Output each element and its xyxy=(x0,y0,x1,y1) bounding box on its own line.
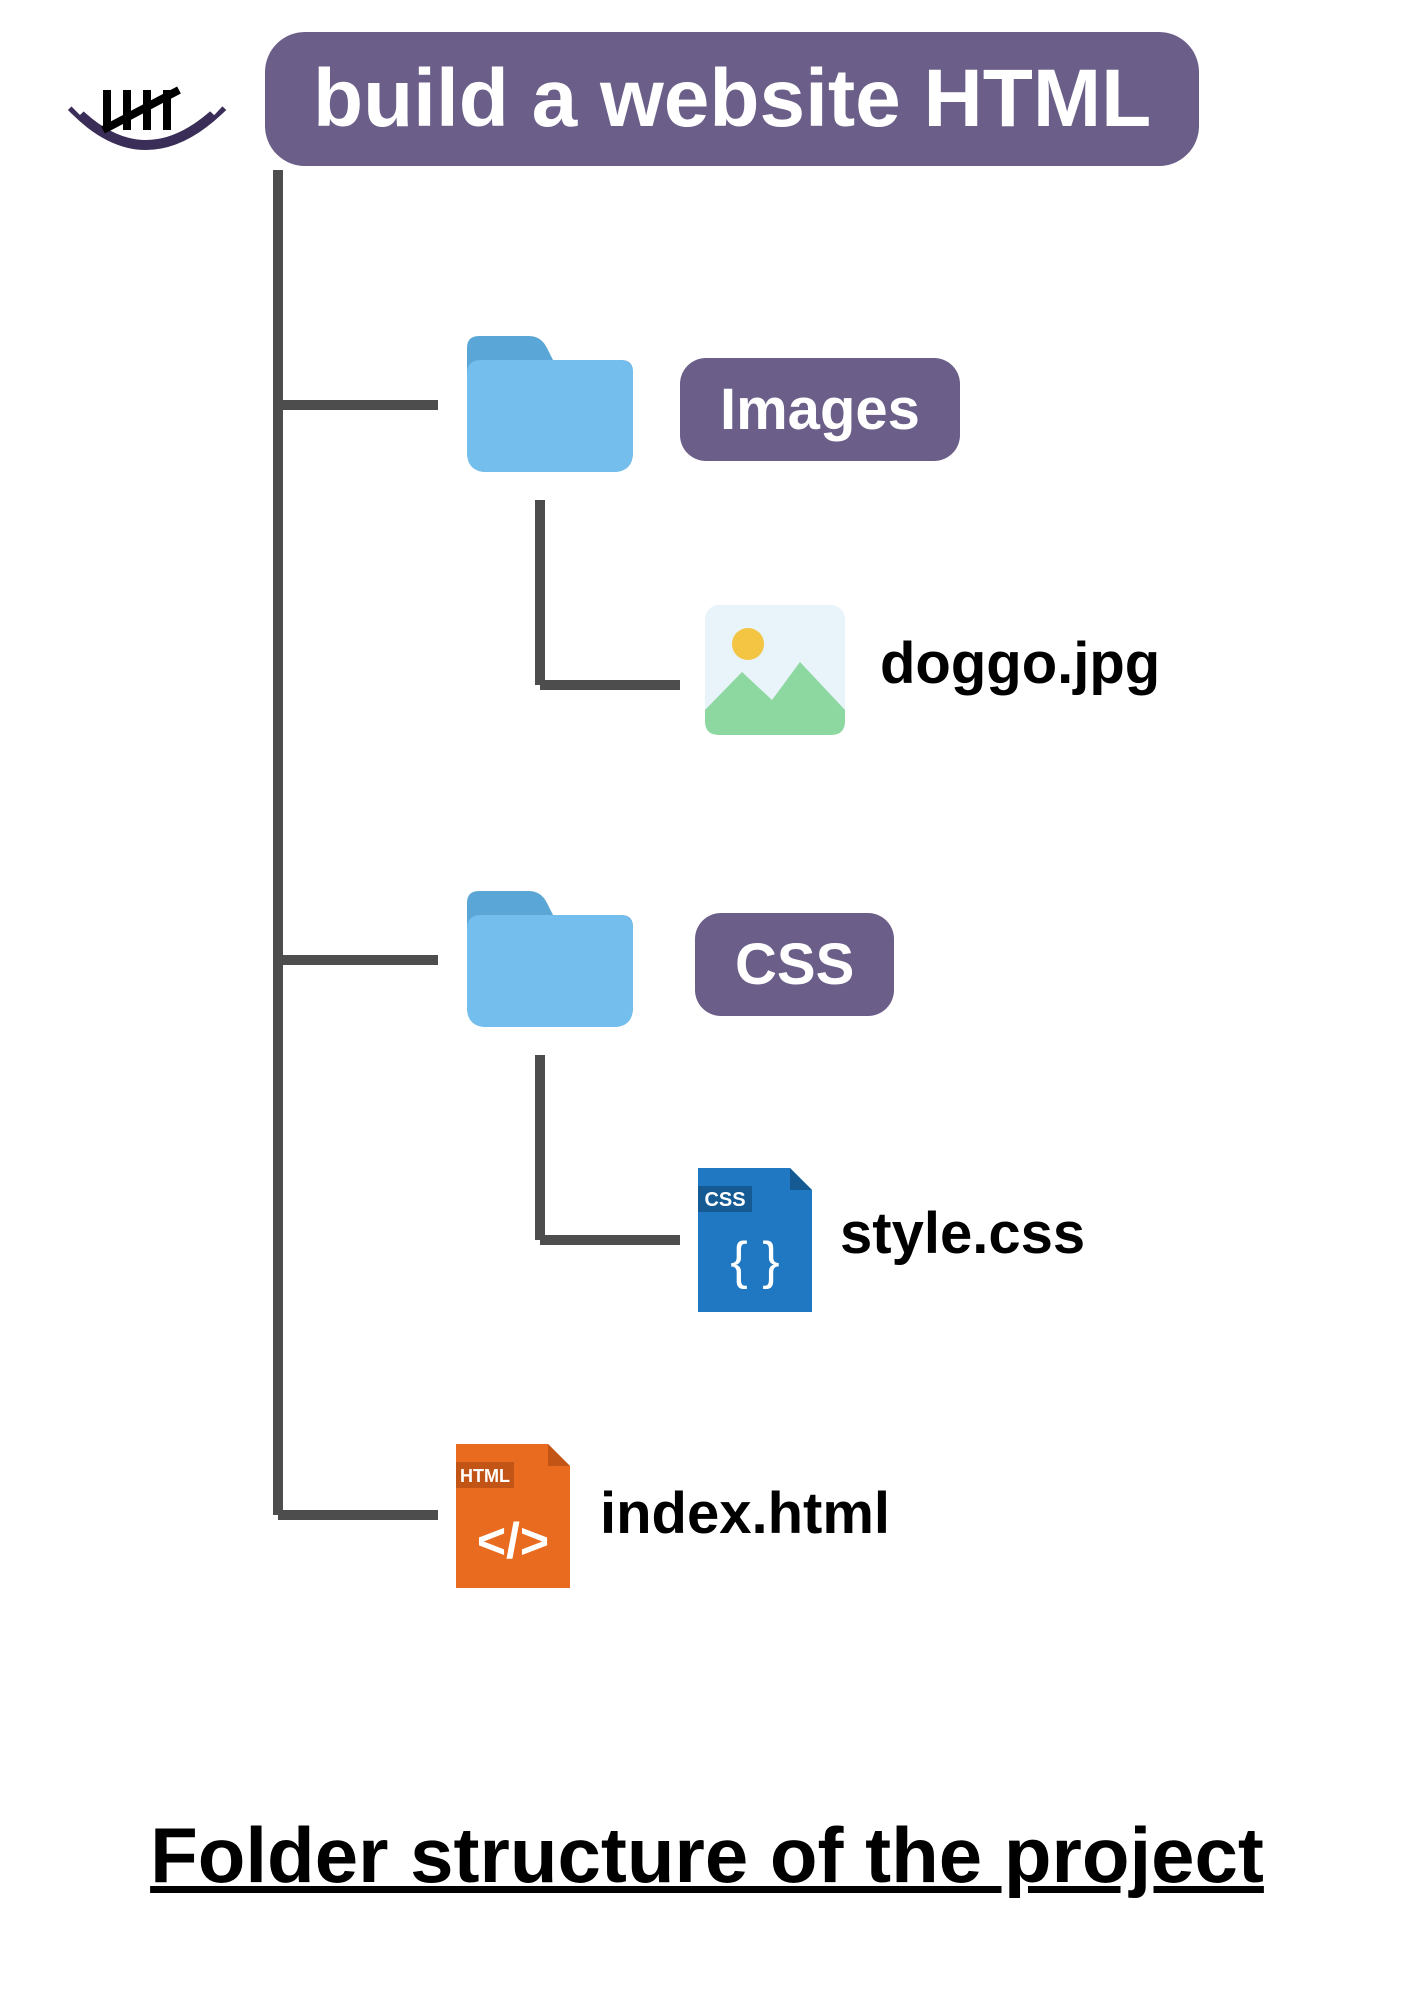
diagram-caption: Folder structure of the project xyxy=(0,1810,1414,1901)
svg-text:</>: </> xyxy=(477,1513,549,1569)
image-file-icon xyxy=(700,600,850,740)
html-file-icon: HTML </> xyxy=(448,1436,578,1596)
svg-text:HTML: HTML xyxy=(460,1466,510,1486)
svg-text:{ }: { } xyxy=(730,1232,779,1290)
svg-text:CSS: CSS xyxy=(704,1189,745,1211)
folder-icon xyxy=(455,865,645,1035)
css-folder-badge: CSS xyxy=(695,913,894,1016)
css-file-icon: CSS { } xyxy=(690,1160,820,1320)
style-file-label: style.css xyxy=(840,1200,1085,1267)
tree-connectors xyxy=(0,0,1414,1700)
index-file-label: index.html xyxy=(600,1480,890,1547)
doggo-file-label: doggo.jpg xyxy=(880,630,1160,697)
images-folder-badge: Images xyxy=(680,358,960,461)
folder-icon xyxy=(455,310,645,480)
